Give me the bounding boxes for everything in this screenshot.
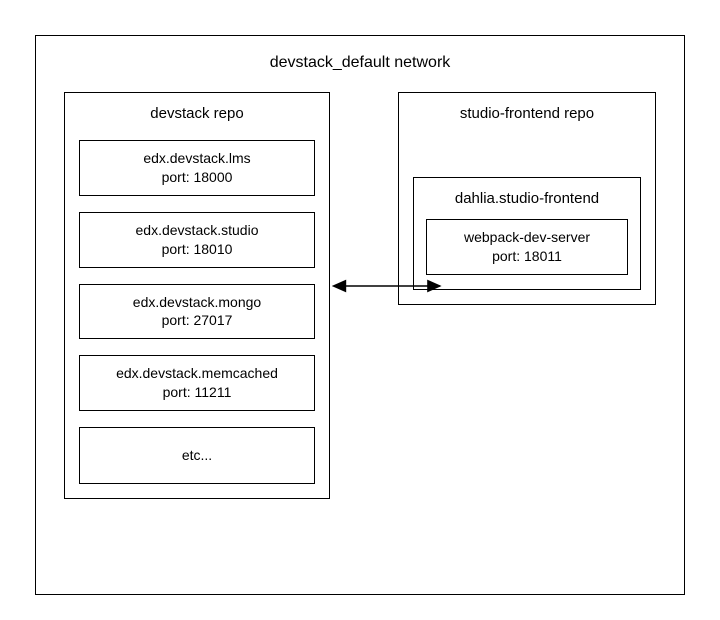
dahlia-title: dahlia.studio-frontend bbox=[414, 190, 640, 207]
service-name: edx.devstack.mongo bbox=[86, 293, 308, 312]
service-name: edx.devstack.studio bbox=[86, 221, 308, 240]
dahlia-container: dahlia.studio-frontend webpack-dev-serve… bbox=[413, 177, 641, 290]
service-name: edx.devstack.memcached bbox=[86, 364, 308, 383]
service-memcached: edx.devstack.memcached port: 11211 bbox=[79, 355, 315, 411]
service-lms: edx.devstack.lms port: 18000 bbox=[79, 140, 315, 196]
service-webpack: webpack-dev-server port: 18011 bbox=[426, 219, 628, 275]
service-studio: edx.devstack.studio port: 18010 bbox=[79, 212, 315, 268]
network-title: devstack_default network bbox=[36, 54, 684, 72]
service-port: port: 18010 bbox=[86, 240, 308, 259]
etc-label: etc... bbox=[86, 446, 308, 465]
service-port: port: 18011 bbox=[433, 247, 621, 266]
network-container: devstack_default network devstack repo e… bbox=[35, 35, 685, 595]
columns-wrap: devstack repo edx.devstack.lms port: 180… bbox=[36, 92, 684, 499]
service-port: port: 27017 bbox=[86, 311, 308, 330]
service-etc: etc... bbox=[79, 427, 315, 484]
service-port: port: 11211 bbox=[86, 383, 308, 402]
devstack-repo-title: devstack repo bbox=[65, 105, 329, 122]
devstack-repo-box: devstack repo edx.devstack.lms port: 180… bbox=[64, 92, 330, 499]
studio-frontend-repo-box: studio-frontend repo dahlia.studio-front… bbox=[398, 92, 656, 305]
service-mongo: edx.devstack.mongo port: 27017 bbox=[79, 284, 315, 340]
studio-frontend-repo-title: studio-frontend repo bbox=[399, 105, 655, 122]
service-name: webpack-dev-server bbox=[433, 228, 621, 247]
service-name: edx.devstack.lms bbox=[86, 149, 308, 168]
service-port: port: 18000 bbox=[86, 168, 308, 187]
